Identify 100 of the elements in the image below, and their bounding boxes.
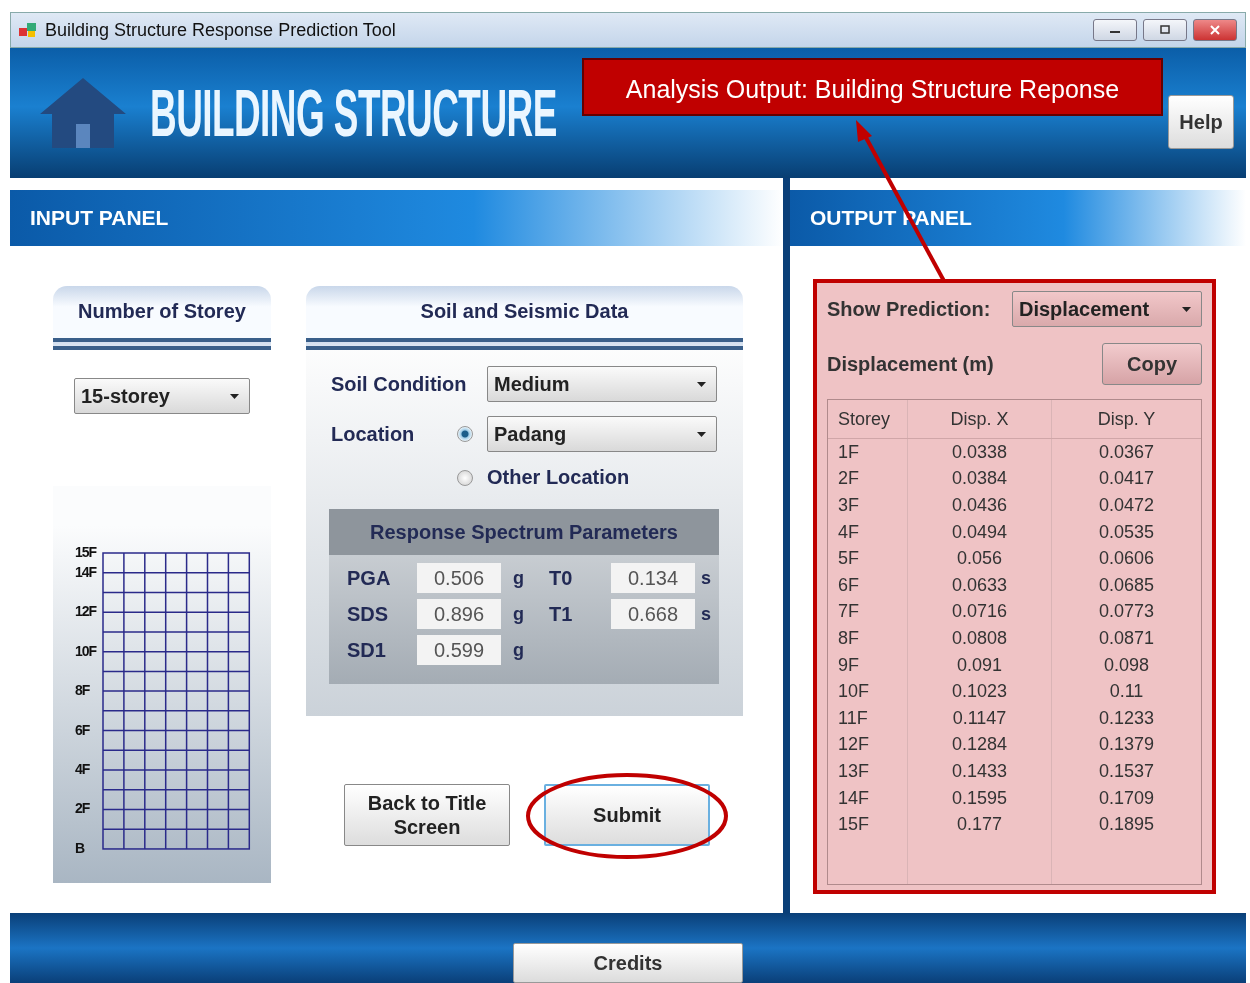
unit-label: g (512, 639, 525, 661)
table-cell: 0.0716 (908, 598, 1052, 626)
parameter-label: T1 (549, 602, 574, 626)
parameter-field: 0.134 (611, 563, 695, 593)
parameter-label: SDS (347, 602, 390, 626)
credits-button[interactable]: Credits (513, 943, 743, 983)
action-button[interactable]: Submit (544, 784, 710, 846)
table-cell: 0.1023 (908, 678, 1052, 705)
table-cell: 0.0436 (908, 492, 1052, 519)
table-cell: 0.177 (908, 811, 1052, 838)
soil-dropdown[interactable]: Medium (487, 366, 717, 402)
table-cell: 0.091 (908, 651, 1052, 679)
floor-label: 10F (75, 642, 97, 659)
table-cell: 0.0384 (908, 465, 1052, 493)
section-header: Soil and Seismic Data (306, 286, 743, 350)
table-cell: 0.0494 (908, 518, 1052, 546)
table-cell-text: 0.0773 (1097, 600, 1156, 624)
parameter-field: 0.599 (417, 635, 501, 665)
table-cell: 0.1284 (908, 731, 1052, 759)
close-button[interactable] (1193, 19, 1237, 41)
caret-icon (697, 431, 706, 437)
floor-label: 15F (75, 544, 97, 560)
callout-label: Analysis Output: Building Structure Reponse (582, 58, 1163, 116)
table-cell-text: 0.0535 (1097, 520, 1156, 544)
table-cell-text: 0.1709 (1097, 786, 1156, 810)
table-cell: 8F (828, 625, 908, 652)
table-cell-text: 0.0871 (1097, 626, 1156, 650)
table-cell: 4F (828, 518, 908, 546)
prediction-dropdown[interactable]: Displacement (1012, 291, 1202, 327)
field-label: Soil Condition (331, 372, 468, 396)
floor-label: 8F (75, 682, 90, 699)
unit-label: g (512, 603, 525, 625)
app-icon (19, 22, 37, 38)
parameter-label: T0 (549, 566, 574, 590)
caret-icon (697, 381, 706, 387)
table-cell: 3F (828, 492, 908, 519)
action-button[interactable]: Back to Title Screen (344, 784, 510, 846)
table-cell: 13F (828, 758, 908, 785)
table-cell-text: 0.0417 (1097, 467, 1156, 491)
table-cell-text: 0.11 (1108, 680, 1145, 704)
table-cell: 0.1433 (908, 758, 1052, 785)
floor-label: B (75, 839, 85, 856)
table-cell: 0.1147 (908, 704, 1052, 732)
caret-icon (1182, 306, 1191, 312)
table-cell: 9F (828, 651, 908, 679)
table-cell-text: 0.0685 (1097, 573, 1156, 597)
table-cell-text: 0.0472 (1097, 494, 1156, 517)
storey-dropdown[interactable]: 15-storey (74, 378, 250, 414)
field-label: Show Prediction: (827, 297, 991, 321)
radio-label[interactable]: Other Location (487, 466, 630, 489)
result-label: Displacement (m) (827, 352, 994, 376)
floor-label: 14F (75, 563, 97, 580)
table-cell-text: 0.0606 (1097, 547, 1156, 571)
table-cell: 15F (828, 811, 908, 838)
table-cell: 1F (828, 439, 908, 466)
app-title: BUILDING STRUCTURE (150, 75, 557, 151)
close-icon (1209, 25, 1221, 35)
table-cell: 2F (828, 465, 908, 493)
table-cell: 10F (828, 678, 908, 705)
maximize-icon (1159, 25, 1171, 35)
location-dropdown[interactable]: Padang (487, 416, 717, 452)
table-cell: 11F (828, 704, 908, 732)
unit-label: s (700, 603, 712, 625)
table-cell-text: 0.1233 (1097, 706, 1156, 730)
table-cell: 0.1595 (908, 784, 1052, 812)
help-button[interactable]: Help (1168, 95, 1234, 149)
table-cell-text: 0.1537 (1097, 759, 1156, 783)
parameter-field: 0.668 (611, 599, 695, 629)
column-header[interactable]: Disp. X (908, 400, 1052, 438)
parameter-label: PGA (347, 566, 392, 590)
table-cell: 0.0808 (908, 625, 1052, 652)
parameter-field: 0.896 (417, 599, 501, 629)
table-cell: 5F (828, 545, 908, 572)
unit-label: s (700, 567, 712, 589)
section-header: Number of Storey (53, 286, 271, 350)
floor-label: 6F (75, 721, 90, 738)
floor-label: 12F (75, 603, 97, 620)
radio-button[interactable] (457, 426, 473, 442)
table-cell: 0.056 (908, 545, 1052, 572)
copy-button[interactable]: Copy (1102, 343, 1202, 385)
table-cell-text: 0.098 (1102, 653, 1150, 677)
table-cell-text: 0.0367 (1097, 440, 1156, 464)
table-cell: 7F (828, 598, 908, 626)
column-header[interactable]: Storey (828, 400, 908, 438)
radio-button[interactable] (457, 469, 473, 486)
maximize-button[interactable] (1143, 19, 1187, 41)
floor-label: 4F (75, 761, 90, 778)
table-cell-text: 0.1379 (1097, 733, 1156, 757)
table-cell: 0.0633 (908, 571, 1052, 599)
window-title: Building Structure Response Prediction Tool (45, 19, 397, 41)
spectrum-header: Response Spectrum Parameters (329, 509, 719, 555)
parameter-field: 0.506 (417, 563, 501, 593)
floor-label: 2F (75, 800, 90, 817)
table-cell: 0.0338 (908, 439, 1052, 466)
table-cell: 6F (828, 571, 908, 599)
caret-icon (230, 393, 239, 399)
table-cell: 12F (828, 731, 908, 759)
column-header[interactable]: Disp. Y (1052, 400, 1201, 438)
table-cell-text: 0.1895 (1097, 813, 1156, 837)
minimize-button[interactable] (1093, 19, 1137, 41)
